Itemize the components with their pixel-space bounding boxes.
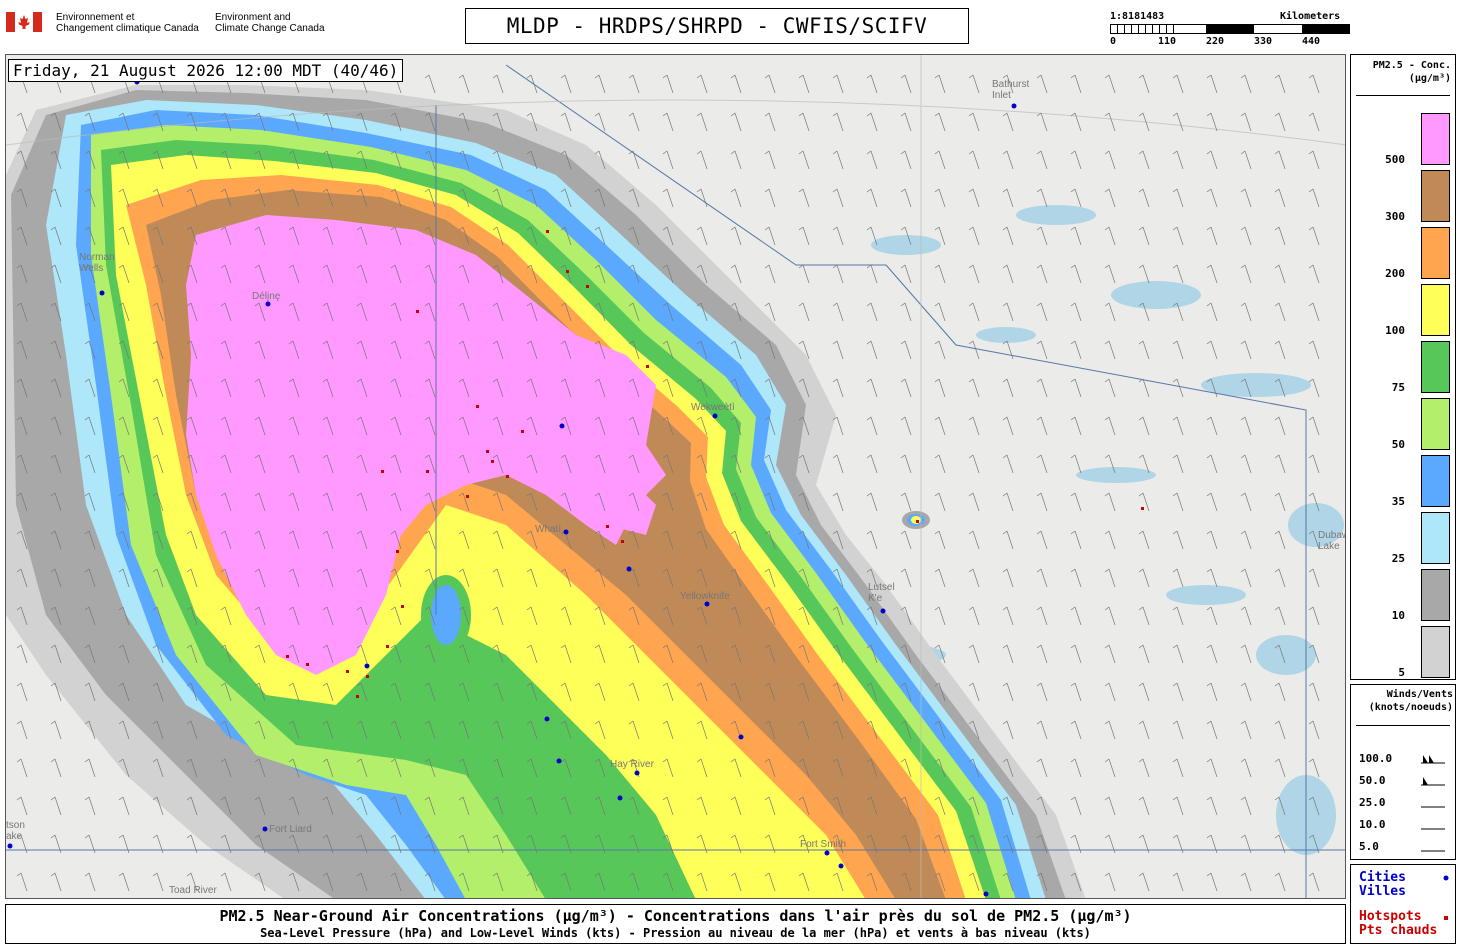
city-dot [556, 758, 562, 764]
city-dot [634, 770, 640, 776]
city-dot [7, 843, 13, 849]
hotspots-label-fr: Pts chauds [1359, 923, 1438, 938]
wind-legend: Winds/Vents (knots/noeuds) 100.0 50.0 25… [1350, 684, 1456, 860]
hotspot-square-icon [1444, 916, 1448, 920]
legend-class-label: 300 [1385, 210, 1405, 223]
city-dot [262, 826, 268, 832]
wind-speed-label: 10.0 [1359, 818, 1386, 831]
cities-legend: Cities Villes [1359, 871, 1406, 899]
map-caption: PM2.5 Near-Ground Air Concentrations (µg… [5, 904, 1346, 944]
legend-class-label: 50 [1391, 438, 1405, 451]
legend-class-label: 35 [1391, 495, 1405, 508]
legend-swatch [1421, 227, 1450, 279]
city-dot [704, 601, 710, 607]
legend-swatch [1421, 284, 1450, 336]
city-dot [626, 566, 632, 572]
scale-ratio: 1:8181483 [1110, 11, 1165, 22]
wind-speed-label: 100.0 [1359, 752, 1393, 765]
wind-barb-5-icon [1421, 850, 1445, 852]
wind-speed-label: 25.0 [1359, 796, 1386, 809]
wind-barb-50-icon [1421, 777, 1445, 786]
legend-class-label: 10 [1391, 609, 1405, 622]
legend-divider [1356, 95, 1450, 96]
agency-name-fr: Environnement et Changement climatique C… [56, 12, 199, 34]
legend-title-line: (µg/m³) [1408, 73, 1451, 84]
city-dot [559, 423, 565, 429]
city-dot [824, 850, 830, 856]
agency-en-line: Environment and [215, 12, 291, 23]
city-dot [983, 891, 989, 897]
caption-line-2: Sea-Level Pressure (hPa) and Low-Level W… [260, 926, 1091, 940]
legend-title-line: PM2.5 - Conc. [1372, 60, 1451, 71]
agency-en-line: Climate Change Canada [215, 23, 325, 34]
agency-fr-line: Changement climatique Canada [56, 23, 199, 34]
wind-barb-25-icon [1421, 806, 1445, 808]
legend-class-label: 75 [1391, 381, 1405, 394]
scale-tick-label: 220 [1206, 36, 1225, 47]
hotspots-legend: Hotspots Pts chauds [1359, 910, 1437, 938]
canada-flag-icon [6, 12, 42, 32]
city-dot [1011, 103, 1017, 109]
concentration-map[interactable]: Bathurst Inlet Norman Wells Délįnę Wekwe… [5, 54, 1346, 899]
wind-legend-title: Winds/Vents (knots/noeuds) [1351, 688, 1453, 714]
legend-title: PM2.5 - Conc. (µg/m³) [1351, 59, 1451, 85]
scale-tick-label: 330 [1254, 36, 1273, 47]
legend-swatch [1421, 170, 1450, 222]
wind-barb-10-icon [1421, 828, 1445, 830]
caption-line-1: PM2.5 Near-Ground Air Concentrations (µg… [219, 907, 1132, 925]
scale-tick-label: 110 [1158, 36, 1177, 47]
product-title: MLDP - HRDPS/SHRPD - CWFIS/SCIFV [465, 8, 969, 44]
city-dot-icon [1443, 875, 1449, 881]
legend-swatch [1421, 569, 1450, 621]
city-dot [838, 863, 844, 869]
scale-tick-label: 440 [1302, 36, 1321, 47]
city-dot [265, 301, 271, 307]
city-dot [880, 608, 886, 614]
wind-speed-label: 5.0 [1359, 840, 1379, 853]
legend-class-label: 200 [1385, 267, 1405, 280]
scale-units: Kilometers [1280, 11, 1341, 22]
city-dot [544, 716, 550, 722]
legend-class-label: 5 [1398, 666, 1405, 679]
hotspots-label-en: Hotspots [1359, 909, 1422, 924]
agency-fr-line: Environnement et [56, 12, 135, 23]
scale-tick-label: 0 [1110, 36, 1117, 47]
legend-swatch [1421, 113, 1450, 165]
cities-label-fr: Villes [1359, 884, 1406, 899]
legend-swatch [1421, 341, 1450, 393]
wind-title-line: (knots/noeuds) [1368, 702, 1453, 713]
city-dot [99, 290, 105, 296]
wind-barb-100-icon [1421, 755, 1445, 764]
wind-speed-label: 50.0 [1359, 774, 1386, 787]
legend-swatch [1421, 398, 1450, 450]
legend-swatch [1421, 512, 1450, 564]
city-dot [738, 734, 744, 740]
cities-label-en: Cities [1359, 870, 1406, 885]
wind-legend-divider [1356, 725, 1450, 726]
legend-class-label: 100 [1385, 324, 1405, 337]
city-dot [712, 413, 718, 419]
legend-swatch [1421, 626, 1450, 678]
legend-class-label: 500 [1385, 153, 1405, 166]
city-dot [563, 529, 569, 535]
legend-class-label: 25 [1391, 552, 1405, 565]
marker-legend: Cities Villes Hotspots Pts chauds [1350, 864, 1456, 944]
legend-swatch [1421, 455, 1450, 507]
pm25-legend: PM2.5 - Conc. (µg/m³) 500 300 200 100 75 50 35… [1350, 54, 1456, 680]
city-markers [7, 79, 1017, 897]
forecast-timestamp: Friday, 21 August 2026 12:00 MDT (40/46) [8, 59, 404, 82]
city-dot [364, 663, 370, 669]
scale-bar [1110, 24, 1350, 34]
agency-name-en: Environment and Climate Change Canada [215, 12, 325, 34]
wind-title-line: Winds/Vents [1386, 689, 1453, 700]
city-dot [617, 795, 623, 801]
